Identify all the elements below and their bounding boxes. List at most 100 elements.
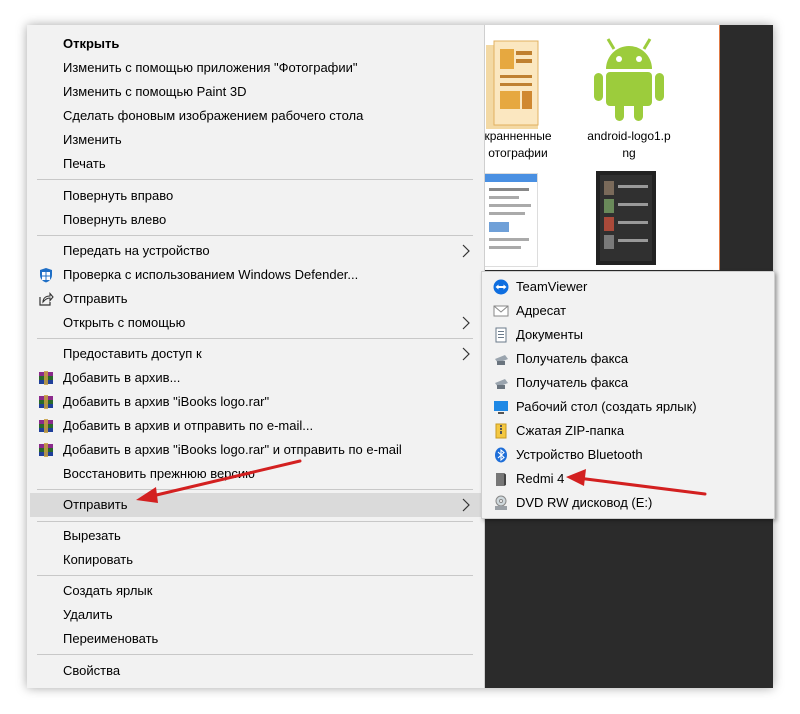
menu-item-label: Проверка с использованием Windows Defend… (63, 267, 359, 282)
menu-separator (37, 489, 473, 490)
send-to-label: Адресат (516, 303, 567, 318)
send-to-label: Устройство Bluetooth (516, 447, 643, 462)
send-to-mail-recipient[interactable]: Адресат (484, 299, 770, 323)
menu-item-archive-and-email[interactable]: Добавить в архив и отправить по e-mail..… (30, 414, 481, 438)
menu-item-label: Отправить (63, 291, 128, 306)
menu-item-rename[interactable]: Переименовать (30, 627, 481, 651)
menu-separator (37, 338, 473, 339)
send-to-label: Получатель факса (516, 375, 629, 390)
menu-item-label: Изменить с помощью приложения "Фотографи… (63, 60, 358, 75)
menu-item-add-to-named-archive[interactable]: Добавить в архив "iBooks logo.rar" (30, 390, 481, 414)
android-logo-thumbnail[interactable] (584, 29, 674, 125)
chevron-right-icon (462, 316, 470, 330)
send-to-dvd-drive[interactable]: DVD RW дисковод (E:) (484, 491, 770, 515)
chevron-right-icon (462, 244, 470, 258)
menu-item-label: Передать на устройство (63, 243, 210, 258)
menu-item-label: Изменить (63, 132, 122, 147)
winrar-icon (39, 395, 53, 409)
teamviewer-icon (493, 279, 509, 295)
menu-item-rotate-right[interactable]: Повернуть вправо (30, 184, 481, 208)
menu-item-label: Предоставить доступ к (63, 346, 202, 361)
send-to-zip-folder[interactable]: Сжатая ZIP-папка (484, 419, 770, 443)
desktop-icon (494, 401, 508, 414)
menu-item-named-archive-and-email[interactable]: Добавить в архив "iBooks logo.rar" и отп… (30, 438, 481, 462)
menu-item-label: Вырезать (63, 528, 121, 543)
send-to-label: Получатель факса (516, 351, 629, 366)
send-to-label: Документы (516, 327, 584, 342)
context-menu: Открыть Изменить с помощью приложения "Ф… (27, 25, 485, 688)
menu-item-label: Изменить с помощью Paint 3D (63, 84, 247, 99)
menu-item-label: Добавить в архив "iBooks logo.rar" (63, 394, 270, 409)
screenshot-thumbnail[interactable] (484, 173, 538, 267)
menu-item-edit-photos[interactable]: Изменить с помощью приложения "Фотографи… (30, 56, 481, 80)
menu-item-delete[interactable]: Удалить (30, 603, 481, 627)
send-to-label: DVD RW дисковод (E:) (516, 495, 653, 510)
winrar-icon (39, 419, 53, 433)
menu-item-windows-defender[interactable]: Проверка с использованием Windows Defend… (30, 263, 481, 287)
send-to-teamviewer[interactable]: TeamViewer (484, 275, 770, 299)
menu-item-edit-paint3d[interactable]: Изменить с помощью Paint 3D (30, 80, 481, 104)
dvd-drive-icon (495, 495, 507, 510)
send-to-bluetooth[interactable]: Устройство Bluetooth (484, 443, 770, 467)
fax-icon (495, 355, 508, 365)
send-to-label: Сжатая ZIP-папка (516, 423, 625, 438)
menu-item-cast-to-device[interactable]: Передать на устройство (30, 239, 481, 263)
send-to-fax-recipient[interactable]: Получатель факса (484, 347, 770, 371)
menu-item-share[interactable]: Отправить (30, 287, 481, 311)
send-to-redmi-4[interactable]: Redmi 4 (484, 467, 770, 491)
menu-item-print[interactable]: Печать (30, 152, 481, 176)
menu-item-cut[interactable]: Вырезать (30, 524, 481, 548)
chevron-right-icon (462, 498, 470, 512)
menu-item-label: Копировать (63, 552, 133, 567)
mail-recipient-icon (493, 305, 509, 317)
menu-item-label: Добавить в архив "iBooks logo.rar" и отп… (63, 442, 402, 457)
fax-icon (495, 379, 508, 389)
menu-item-give-access[interactable]: Предоставить доступ к (30, 342, 481, 366)
menu-item-open[interactable]: Открыть (30, 32, 481, 56)
send-to-submenu: TeamViewer Адресат Документы Получатель … (481, 271, 775, 519)
menu-item-label: Повернуть влево (63, 212, 167, 227)
send-to-label: Redmi 4 (516, 471, 565, 486)
menu-item-edit[interactable]: Изменить (30, 128, 481, 152)
menu-item-add-to-archive[interactable]: Добавить в архив... (30, 366, 481, 390)
send-to-desktop[interactable]: Рабочий стол (создать ярлык) (484, 395, 770, 419)
menu-item-label: Повернуть вправо (63, 188, 174, 203)
file-label-photos: кранненные отографии (484, 129, 552, 160)
send-to-label: TeamViewer (516, 279, 588, 294)
menu-item-label: Сделать фоновым изображением рабочего ст… (63, 108, 364, 123)
menu-item-open-with[interactable]: Открыть с помощью (30, 311, 481, 335)
menu-item-label: Удалить (63, 607, 113, 622)
windows-defender-shield-icon (40, 268, 52, 283)
menu-item-label: Добавить в архив... (63, 370, 181, 385)
menu-separator (37, 654, 473, 655)
menu-item-label: Отправить (63, 497, 128, 512)
menu-item-properties[interactable]: Свойства (30, 659, 481, 683)
send-to-label: Рабочий стол (создать ярлык) (516, 399, 697, 414)
menu-item-label: Открыть с помощью (63, 315, 186, 330)
menu-item-label: Печать (63, 156, 106, 171)
menu-item-restore-previous-version[interactable]: Восстановить прежнюю версию (30, 462, 481, 486)
share-icon (39, 292, 54, 306)
menu-item-send-to[interactable]: Отправить (30, 493, 481, 517)
menu-separator (37, 235, 473, 236)
documents-icon (495, 327, 507, 343)
menu-item-set-wallpaper[interactable]: Сделать фоновым изображением рабочего ст… (30, 104, 481, 128)
send-to-fax-recipient[interactable]: Получатель факса (484, 371, 770, 395)
bluetooth-icon (495, 447, 507, 463)
menu-item-rotate-left[interactable]: Повернуть влево (30, 208, 481, 232)
explorer-file-area: кранненные отографии android-logo1.p ng (474, 25, 720, 270)
menu-item-label: Создать ярлык (63, 583, 153, 598)
photos-folder-thumbnail[interactable] (482, 39, 544, 131)
menu-item-label: Открыть (63, 36, 120, 51)
phone-screenshot-thumbnail[interactable] (596, 171, 656, 265)
chevron-right-icon (462, 347, 470, 361)
menu-item-label: Восстановить прежнюю версию (63, 466, 255, 481)
menu-item-label: Переименовать (63, 631, 159, 646)
menu-item-copy[interactable]: Копировать (30, 548, 481, 572)
send-to-documents[interactable]: Документы (484, 323, 770, 347)
menu-item-create-shortcut[interactable]: Создать ярлык (30, 579, 481, 603)
winrar-icon (39, 443, 53, 457)
menu-item-label: Свойства (63, 663, 121, 678)
phone-device-icon (496, 473, 506, 486)
winrar-icon (39, 371, 53, 385)
